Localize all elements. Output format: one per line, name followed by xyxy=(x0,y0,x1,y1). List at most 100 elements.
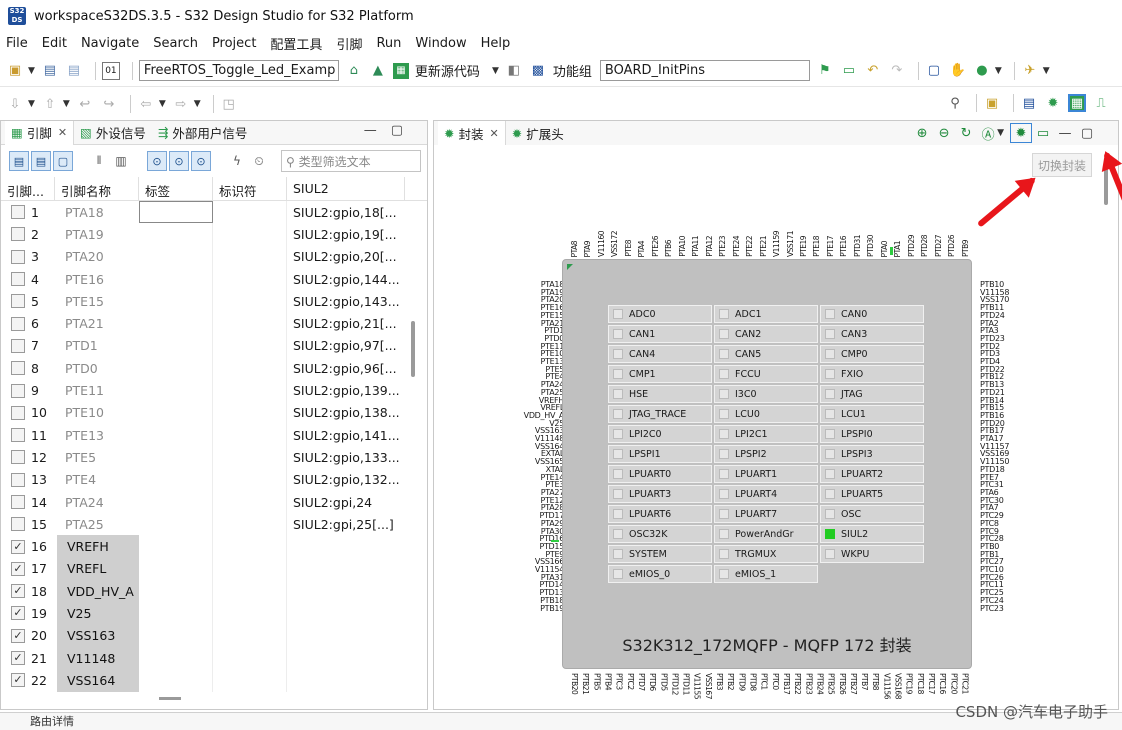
pin-label[interactable]: PTD12 xyxy=(670,673,679,695)
siul2-cell[interactable]: SIUL2:gpio,19[... xyxy=(287,227,405,242)
pin-label[interactable]: PTD28 xyxy=(920,235,929,257)
peripheral-module[interactable]: I3C0 xyxy=(714,385,818,403)
label-cell[interactable] xyxy=(139,580,213,603)
label-cell[interactable] xyxy=(139,312,213,335)
rotate-icon[interactable]: ↻ xyxy=(955,123,977,143)
identifier-cell[interactable] xyxy=(213,468,287,491)
filter-all-icon[interactable]: ▢ xyxy=(53,151,73,171)
chip-package[interactable]: ADC0 ADC1 CAN0 CAN1 CAN2 CAN3 CAN4 CAN5 CMP0 CMP1… xyxy=(562,259,972,669)
identifier-cell[interactable] xyxy=(213,557,287,581)
identifier-cell[interactable] xyxy=(213,624,287,647)
siul2-cell[interactable]: SIUL2:gpio,132... xyxy=(287,472,405,487)
pin-label[interactable]: PTB19 xyxy=(494,604,564,613)
identifier-cell[interactable] xyxy=(213,513,287,536)
function-group-combo[interactable]: BOARD_InitPins xyxy=(599,60,810,81)
legend-icon[interactable]: ▭ xyxy=(1032,123,1054,143)
pin-label[interactable]: PTD6 xyxy=(648,673,657,691)
pin-label[interactable]: VSS172 xyxy=(610,231,619,257)
menu-pins[interactable]: 引脚 xyxy=(336,34,362,53)
pin-editor-icon[interactable]: ◳ xyxy=(220,95,238,113)
table-row[interactable]: ✓ 21 V11148 xyxy=(1,646,427,670)
route-checkbox[interactable] xyxy=(11,517,25,532)
pin-label[interactable]: V11160 xyxy=(597,231,606,257)
save-icon[interactable]: ▤ xyxy=(41,62,59,80)
route-checkbox[interactable] xyxy=(11,383,25,398)
update-code-button[interactable]: 更新源代码 xyxy=(415,61,480,80)
pin-label[interactable]: PTB24 xyxy=(815,673,824,694)
siul2-cell[interactable]: SIUL2:gpio,144... xyxy=(287,272,405,287)
table-row[interactable]: 6 PTA21 SIUL2:gpio,21[... xyxy=(1,312,427,335)
identifier-cell[interactable] xyxy=(213,401,287,424)
col-label[interactable]: 标签 xyxy=(139,177,213,200)
pin-label[interactable]: PTB27 xyxy=(849,673,858,694)
direction-in-icon[interactable]: ⊙ xyxy=(147,151,167,171)
label-cell[interactable] xyxy=(139,423,213,447)
perspective-config-icon[interactable]: ▤ xyxy=(1020,94,1038,112)
identifier-cell[interactable] xyxy=(213,334,287,358)
hand-icon[interactable]: ✋ xyxy=(949,62,967,80)
pin-label[interactable]: PTD7 xyxy=(637,673,646,691)
route-checkbox[interactable]: ✓ xyxy=(11,606,25,621)
pin-label[interactable]: PTB23 xyxy=(804,673,813,694)
col-identifier[interactable]: 标识符 xyxy=(213,177,287,200)
pin-label[interactable]: PTC18 xyxy=(916,673,925,694)
peripheral-module[interactable]: CAN0 xyxy=(820,305,924,323)
table-row[interactable]: 7 PTD1 SIUL2:gpio,97[... xyxy=(1,334,427,358)
pin-label[interactable]: PTB9 xyxy=(961,240,970,257)
label-cell[interactable] xyxy=(139,468,213,491)
col-pin-number[interactable]: 引脚... xyxy=(1,177,55,200)
pin-label[interactable]: PTD29 xyxy=(907,235,916,257)
run-icon[interactable]: ● xyxy=(973,62,991,80)
peripheral-module[interactable]: eMIOS_1 xyxy=(714,565,818,583)
close-icon[interactable]: ✕ xyxy=(58,126,67,139)
route-checkbox[interactable] xyxy=(11,472,25,487)
pin-label[interactable]: PTD9 xyxy=(737,673,746,691)
pin-label[interactable]: PTD31 xyxy=(853,235,862,257)
pin-label[interactable]: PTB4 xyxy=(603,673,612,690)
label-cell[interactable] xyxy=(139,267,213,291)
menu-navigate[interactable]: Navigate xyxy=(81,36,139,51)
tab-peripheral-signals[interactable]: ▧ 外设信号 xyxy=(74,121,152,145)
peripheral-module[interactable]: JTAG_TRACE xyxy=(608,405,712,423)
pin-label[interactable]: PTC3 xyxy=(615,673,624,690)
pin-label[interactable]: PTC20 xyxy=(949,673,958,694)
peripheral-module[interactable]: JTAG xyxy=(820,385,924,403)
peripheral-module[interactable]: PowerAndGr xyxy=(714,525,818,543)
perspective-pins-icon[interactable]: ▦ xyxy=(1068,94,1086,112)
route-checkbox[interactable]: ✓ xyxy=(11,584,25,599)
back-arrow-icon[interactable]: ⇦ xyxy=(137,95,155,113)
tab-external-user-signals[interactable]: ⇶ 外部用户信号 xyxy=(152,121,254,145)
tab-package[interactable]: ✹ 封装 ✕ xyxy=(438,121,506,145)
route-checkbox[interactable]: ✓ xyxy=(11,673,25,688)
tab-expansion-header[interactable]: ✹ 扩展头 xyxy=(506,121,570,145)
table-row[interactable]: 8 PTD0 SIUL2:gpio,96[... xyxy=(1,357,427,380)
peripheral-module[interactable]: LPSPI3 xyxy=(820,445,924,463)
peripheral-module[interactable]: LPSPI0 xyxy=(820,425,924,443)
siul2-cell[interactable]: SIUL2:gpio,21[... xyxy=(287,316,405,331)
signal-wave-icon[interactable]: 𝍪 xyxy=(89,151,109,171)
route-checkbox[interactable]: ✓ xyxy=(11,561,25,576)
horizontal-scrollbar[interactable] xyxy=(159,697,181,700)
nav-forward-dropdown-icon[interactable]: ▼ xyxy=(63,99,70,109)
table-row[interactable]: 15 PTA25 SIUL2:gpi,25[...] xyxy=(1,513,427,536)
perspective-clocks-icon[interactable]: ⎍ xyxy=(1092,94,1110,112)
peripheral-module[interactable]: SYSTEM xyxy=(608,545,712,563)
prev-edit-icon[interactable]: ↩ xyxy=(76,95,94,113)
peripheral-module[interactable]: ADC1 xyxy=(714,305,818,323)
siul2-cell[interactable]: SIUL2:gpio,96[... xyxy=(287,361,405,376)
peripheral-module[interactable]: LPUART2 xyxy=(820,465,924,483)
pin-label[interactable]: PTB6 xyxy=(664,240,673,257)
route-checkbox[interactable] xyxy=(11,338,25,353)
siul2-cell[interactable]: SIUL2:gpio,20[... xyxy=(287,249,405,264)
identifier-cell[interactable] xyxy=(213,223,287,246)
nav-back-icon[interactable]: ⇩ xyxy=(6,95,24,113)
pin-label[interactable]: V11156 xyxy=(882,673,891,699)
view-window-controls[interactable]: —▢ xyxy=(364,123,417,138)
col-pin-name[interactable]: 引脚名称 xyxy=(55,177,139,200)
peripheral-module[interactable]: OSC xyxy=(820,505,924,523)
identifier-cell[interactable] xyxy=(213,201,287,224)
siul2-cell[interactable]: SIUL2:gpio,97[... xyxy=(287,338,405,353)
nav-back-dropdown-icon[interactable]: ▼ xyxy=(28,99,35,109)
route-checkbox[interactable] xyxy=(11,227,25,242)
siul2-cell[interactable]: SIUL2:gpi,25[...] xyxy=(287,517,405,532)
